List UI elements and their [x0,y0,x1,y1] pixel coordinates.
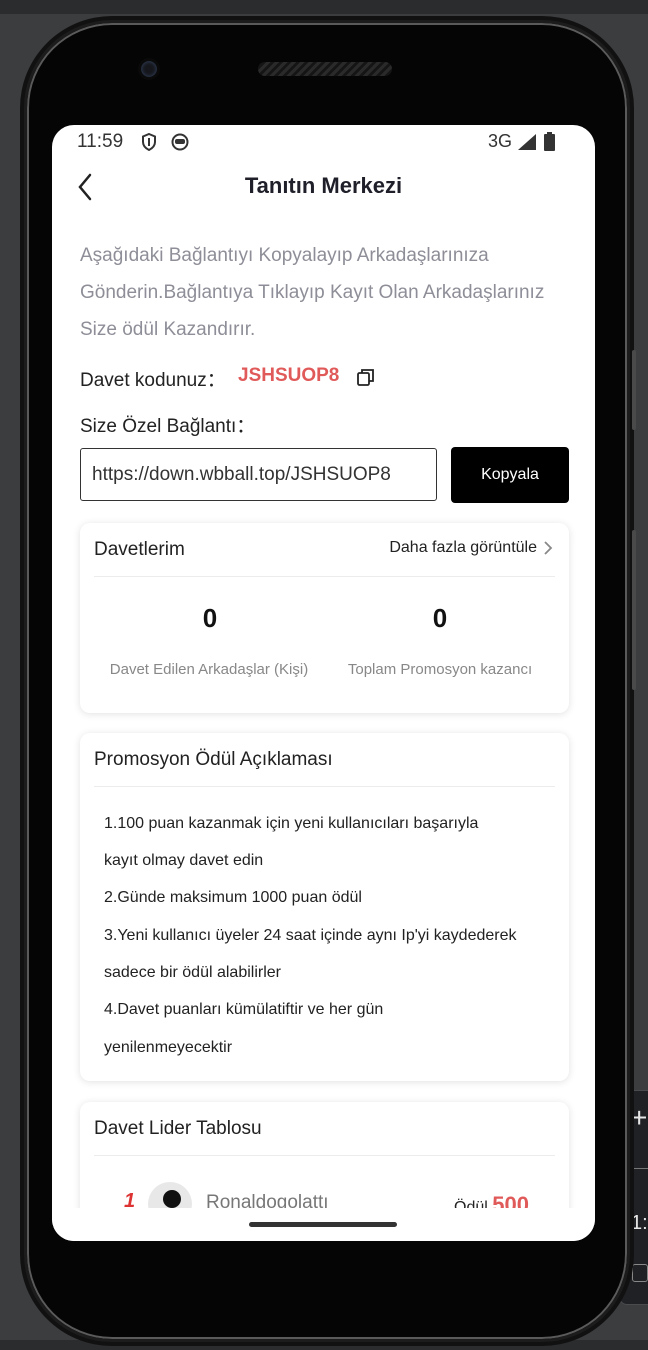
rule-line: 4.Davet puanları kümülatiftir ve her gün [104,1001,384,1018]
page-title: Tanıtın Merkezi [244,173,403,198]
total-earnings-value: 0 [432,603,448,633]
home-indicator[interactable] [249,1222,397,1227]
screenshot-icon[interactable] [632,1264,648,1282]
status-time: 11:59 [77,131,124,152]
rules-card-title: Promosyon Ödül Açıklaması [94,749,333,770]
intro-text: Aşağıdaki Bağlantıyı Kopyalayıp Arkadaşl… [80,245,545,340]
rule-line: yenilenmeyecektir [104,1039,233,1056]
total-earnings-label: Toplam Promosyon kazancı [347,661,533,678]
front-camera-icon [138,58,160,80]
desktop-background: + 1: 11:59 3G Tanıtın Merkezi Aşağıdaki … [0,0,648,1350]
speaker-grille [258,62,392,76]
rule-line: sadece bir ödül alabilirler [104,964,281,981]
chevron-right-icon [544,541,553,555]
invites-card: Davetlerim Daha fazla görüntüle 0 0 Dave… [80,523,569,713]
rules-card: Promosyon Ödül Açıklaması 1.100 puan kaz… [80,733,569,1081]
network-type: 3G [488,131,513,151]
signal-icon [518,134,536,150]
volume-button [632,350,636,430]
rule-line: 3.Yeni kullanıcı üyeler 24 saat içinde a… [104,927,517,944]
status-bar: 11:59 3G [52,125,595,159]
shield-icon [142,133,156,151]
invited-friends-label: Davet Edilen Arkadaşlar (Kişi) [109,661,309,678]
rule-line: kayıt olmay davet edin [104,852,264,869]
rule-line: 1.100 puan kazanmak için yeni kullanıcıl… [104,815,479,832]
divider [94,576,555,577]
invited-friends-count: 0 [202,603,218,633]
divider [94,786,555,787]
divider [631,1168,648,1169]
zoom-in-icon[interactable]: + [631,1104,648,1132]
invite-code-label: Davet kodunuz： [80,370,226,391]
invites-card-title: Davetlerim [94,539,185,560]
view-more-label: Daha fazla görüntüle [389,539,537,556]
battery-icon [544,132,555,151]
leaderboard-title: Davet Lider Tablosu [94,1118,262,1139]
link-label: Size Özel Bağlantı： [80,416,256,437]
rule-line: 2.Günde maksimum 1000 puan ödül [104,889,362,906]
divider [94,1155,555,1156]
referral-link-field[interactable] [80,448,437,501]
android-face-icon [171,133,189,151]
top-toolbar-strip [0,0,648,14]
app-header: Tanıtın Merkezi [52,159,595,215]
side-panel-label: 1: [631,1212,648,1234]
view-more-link[interactable]: Daha fazla görüntüle [389,539,553,557]
power-button [632,530,636,690]
copy-button[interactable]: Kopyala [451,447,569,503]
invite-code-value: JSHSUOP8 [238,365,340,386]
phone-screen: 11:59 3G Tanıtın Merkezi Aşağıdaki Bağla… [52,125,595,1241]
copy-icon[interactable] [357,368,375,386]
